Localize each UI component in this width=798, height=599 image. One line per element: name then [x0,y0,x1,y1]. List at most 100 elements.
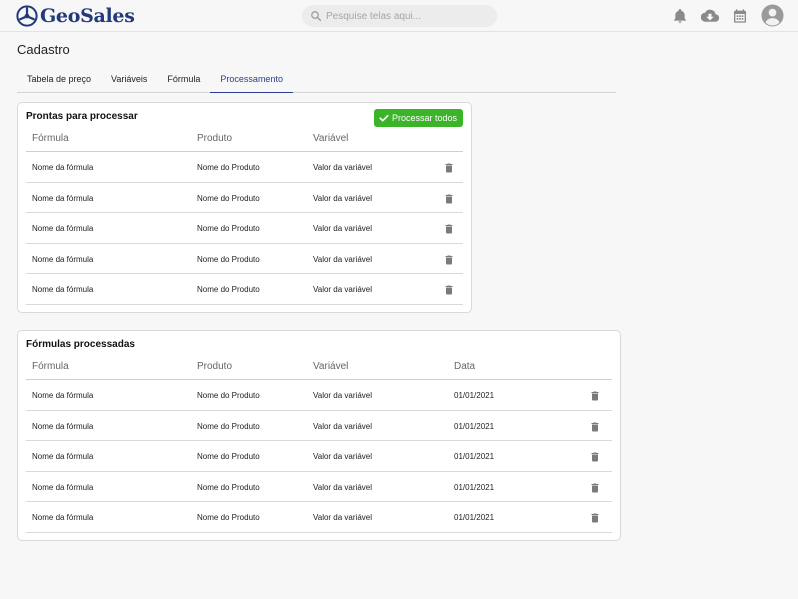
table-row: Nome da fórmula Nome do Produto Valor da v… [26,411,612,441]
table-row: Nome da fórmula Nome do Produto Valor da v… [26,244,463,274]
tab-bar: Tabela de preço Variáveis Fórmula Proces… [17,68,616,93]
processed-table: Fórmula Produto Variável Data Nome da fó… [26,359,612,533]
delete-button[interactable] [443,253,455,265]
delete-button[interactable] [443,192,455,204]
cell-produto: Nome do Produto [197,482,260,492]
cell-variavel: Valor da variável [313,193,372,203]
download-button[interactable] [701,7,719,25]
cell-variavel: Valor da variável [313,513,372,522]
cell-formula: Nome da fórmula [32,482,94,492]
cell-formula: Nome da fórmula [32,452,94,461]
trash-icon [445,255,453,264]
column-header-formula: Fórmula [32,133,69,144]
processed-card-title: Fórmulas processadas [26,339,135,350]
table-header: Fórmula Produto Variável Data [26,359,612,380]
delete-button[interactable] [443,222,455,234]
cell-variavel: Valor da variável [313,482,372,492]
cell-produto: Nome do Produto [197,193,260,203]
delete-button[interactable] [443,161,455,173]
tab-formula[interactable]: Fórmula [157,68,210,93]
cell-variavel: Valor da variável [313,452,372,461]
account-icon[interactable] [761,4,784,27]
column-header-variavel: Variável [313,361,349,372]
cell-variavel: Valor da variável [313,285,372,294]
cell-formula: Nome da fórmula [32,421,94,431]
delete-button[interactable] [589,450,601,462]
tab-variaveis[interactable]: Variáveis [101,68,157,93]
search-icon [311,11,322,22]
search-box[interactable] [302,5,497,27]
cell-variavel: Valor da variável [313,224,372,233]
cell-variavel: Valor da variável [313,391,372,400]
trash-icon [591,452,599,462]
processed-card: Fórmulas processadas Fórmula Produto Var… [17,330,621,541]
cell-variavel: Valor da variável [313,254,372,264]
cell-data: 01/01/2021 [454,513,495,522]
cell-variavel: Valor da variável [313,421,372,431]
ready-card: Prontas para processar Processar todos F… [17,102,472,313]
tab-processamento[interactable]: Processamento [210,68,293,93]
table-row: Nome da fórmula Nome do Produto Valor da v… [26,441,612,472]
trash-icon [591,513,599,523]
tab-tabela-de-preco[interactable]: Tabela de preço [17,68,101,93]
trash-icon [591,422,599,431]
cell-data: 01/01/2021 [454,452,495,461]
delete-button[interactable] [443,283,455,295]
table-row: Nome da fórmula Nome do Produto Valor da v… [26,213,463,244]
delete-button[interactable] [589,389,601,401]
page-title: Cadastro [17,42,70,57]
cell-formula: Nome da fórmula [32,163,94,172]
table-row: Nome da fórmula Nome do Produto Valor da v… [26,380,612,411]
trash-icon [445,194,453,203]
delete-button[interactable] [589,481,601,493]
delete-button[interactable] [589,420,601,432]
cell-formula: Nome da fórmula [32,513,94,522]
logo-icon [16,5,38,27]
column-header-data: Data [454,361,476,372]
bell-icon [674,8,686,23]
process-all-label: Processar todos [391,113,457,123]
header-actions [659,4,784,27]
cell-produto: Nome do Produto [197,421,260,431]
logo-text: GeoSales [40,5,135,27]
cell-variavel: Valor da variável [313,163,372,172]
cell-data: 01/01/2021 [454,482,495,492]
table-row: Nome da fórmula Nome do Produto Valor da v… [26,472,612,502]
cell-produto: Nome do Produto [197,513,260,522]
cell-produto: Nome do Produto [197,391,260,400]
cell-formula: Nome da fórmula [32,224,94,233]
table-header: Fórmula Produto Variável [26,131,463,152]
trash-icon [591,483,599,492]
column-header-produto: Produto [197,361,233,372]
table-row: Nome da fórmula Nome do Produto Valor da v… [26,502,612,533]
table-row: Nome da fórmula Nome do Produto Valor da v… [26,274,463,305]
cell-formula: Nome da fórmula [32,391,94,400]
table-row: Nome da fórmula Nome do Produto Valor da v… [26,183,463,213]
ready-card-title: Prontas para processar [26,111,138,122]
cell-data: 01/01/2021 [454,421,495,431]
notifications-button[interactable] [671,7,689,25]
trash-icon [445,163,453,173]
column-header-produto: Produto [197,133,233,144]
logo[interactable]: GeoSales [16,4,135,28]
cell-produto: Nome do Produto [197,163,260,172]
trash-icon [591,391,599,401]
top-bar: GeoSales [0,0,798,32]
table-row: Nome da fórmula Nome do Produto Valor da v… [26,152,463,183]
cell-produto: Nome do Produto [197,452,260,461]
column-header-formula: Fórmula [32,361,69,372]
cell-produto: Nome do Produto [197,285,260,294]
calendar-button[interactable] [731,7,749,25]
cell-produto: Nome do Produto [197,224,260,233]
check-icon [379,114,389,122]
process-all-button[interactable]: Processar todos [373,109,463,127]
search-input[interactable] [326,10,486,22]
calendar-icon [734,8,746,23]
ready-table: Fórmula Produto Variável Nome da fórmula… [26,131,463,305]
cell-formula: Nome da fórmula [32,193,94,203]
cell-formula: Nome da fórmula [32,254,94,264]
trash-icon [445,285,453,295]
delete-button[interactable] [589,511,601,523]
cell-data: 01/01/2021 [454,391,495,400]
column-header-variavel: Variável [313,133,349,144]
